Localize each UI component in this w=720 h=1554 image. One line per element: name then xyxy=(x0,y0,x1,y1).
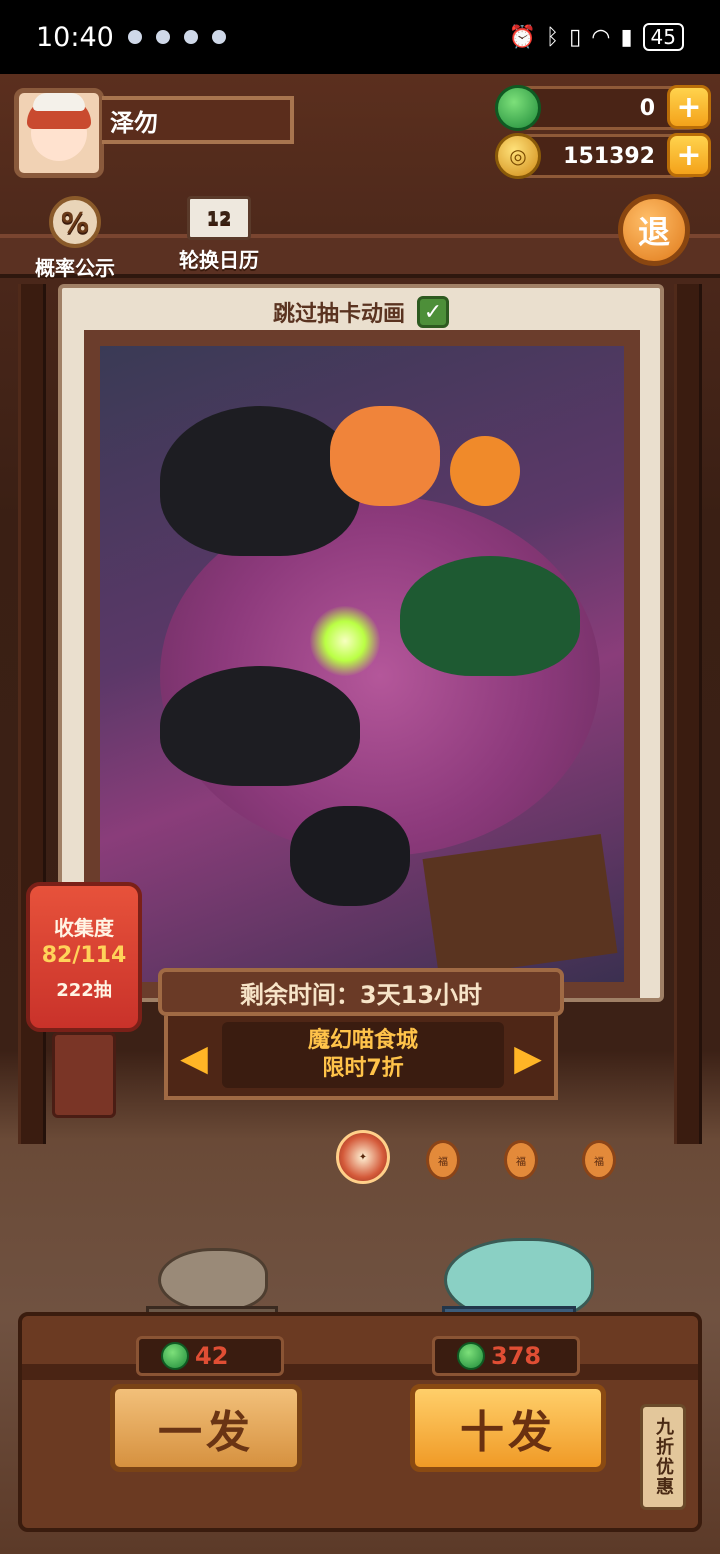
rotation-calendar-button[interactable]: 12 轮换日历 xyxy=(164,196,274,273)
percent-icon: % xyxy=(49,196,101,248)
status-bar: 10:40 ⏰ ᛒ ▯ ◠ ▮ 45 xyxy=(0,0,720,74)
notification-icon xyxy=(183,30,198,44)
banner-title: 魔幻喵食城 限时7折 xyxy=(222,1022,504,1088)
alarm-icon: ⏰ xyxy=(508,24,536,50)
avatar-cap xyxy=(33,93,85,111)
ten-draw-cost: 378 xyxy=(432,1336,580,1376)
magic-glow xyxy=(310,606,380,676)
pager-dot-active[interactable]: ✦ xyxy=(336,1130,390,1184)
card-frame: 跳过抽卡动画 ✓ xyxy=(58,284,664,1002)
right-pillar xyxy=(674,284,702,1144)
vibrate-icon: ▯ xyxy=(569,24,582,50)
jade-icon xyxy=(495,85,541,131)
counter-band xyxy=(22,1364,698,1380)
notification-icon xyxy=(211,30,226,44)
status-right: ⏰ ᛒ ▯ ◠ ▮ 45 xyxy=(509,23,684,51)
pager-dot[interactable]: 福 xyxy=(426,1140,460,1180)
collection-lantern[interactable]: 收集度 82/114 222抽 xyxy=(26,882,142,1032)
add-gold-button[interactable]: + xyxy=(667,133,711,177)
banner-title-line1: 魔幻喵食城 xyxy=(307,1028,418,1053)
ten-draw-button[interactable]: 十发 xyxy=(410,1384,606,1472)
blue-witch-image xyxy=(160,666,360,786)
banner-selector: ◀ 魔幻喵食城 限时7折 ▶ xyxy=(164,1016,558,1100)
rotation-calendar-label: 轮换日历 xyxy=(179,248,259,272)
prev-banner-button[interactable]: ◀ xyxy=(174,1030,214,1086)
gold-currency: ◎ 151392 + xyxy=(495,133,711,179)
spellbook-image xyxy=(422,834,618,978)
banner-title-line2: 限时7折 xyxy=(322,1056,404,1081)
single-draw-cost: 42 xyxy=(136,1336,284,1376)
status-left: 10:40 xyxy=(36,22,226,53)
skip-animation-checkbox[interactable]: ✓ xyxy=(417,296,449,328)
pager-dot[interactable]: 福 xyxy=(504,1140,538,1180)
collection-draws: 222抽 xyxy=(56,980,112,1001)
avatar-face xyxy=(27,93,91,161)
yarn-ball-image xyxy=(450,436,520,506)
calendar-icon: 12 xyxy=(187,196,251,240)
probability-label: 概率公示 xyxy=(35,256,115,280)
banner-art-border xyxy=(84,330,640,998)
green-witch-image xyxy=(400,556,580,676)
jade-currency: 0 + xyxy=(495,85,711,131)
notification-icon xyxy=(127,30,142,44)
next-banner-button[interactable]: ▶ xyxy=(508,1030,548,1086)
ten-draw-cost-value: 378 xyxy=(491,1342,542,1370)
discount-tag: 九折优惠 xyxy=(640,1404,686,1510)
add-jade-button[interactable]: + xyxy=(667,85,711,129)
gold-amount: 151392 xyxy=(563,143,655,169)
single-draw-button[interactable]: 一发 xyxy=(110,1384,302,1472)
skip-animation-label: 跳过抽卡动画 xyxy=(272,302,405,327)
collection-title: 收集度 xyxy=(54,916,114,940)
banner-artwork xyxy=(100,346,624,982)
single-draw-cost-value: 42 xyxy=(195,1342,229,1370)
player-name: 泽勿 xyxy=(102,96,294,144)
notification-icon xyxy=(155,30,170,44)
battery-icon: 45 xyxy=(642,23,684,51)
orange-cat-image xyxy=(330,406,440,506)
witch-hat-image xyxy=(160,406,360,556)
black-cat-image xyxy=(290,806,410,906)
exit-button[interactable]: 退 xyxy=(618,194,690,266)
jade-icon xyxy=(161,1342,189,1370)
gold-coin-icon: ◎ xyxy=(495,133,541,179)
player-avatar[interactable] xyxy=(14,88,104,178)
single-draw-prize-fish xyxy=(158,1248,268,1312)
clock: 10:40 xyxy=(36,21,114,53)
remaining-time: 剩余时间：3天13小时 xyxy=(158,968,564,1016)
jade-amount: 0 xyxy=(639,95,655,121)
signal-icon: ▮ xyxy=(620,24,633,50)
pager-dot[interactable]: 福 xyxy=(582,1140,616,1180)
jade-icon xyxy=(457,1342,485,1370)
collection-progress: 82/114 xyxy=(41,943,127,968)
banner-pager: ✦ 福 福 福 xyxy=(336,1130,626,1210)
lantern-stand xyxy=(52,1032,116,1118)
skip-animation-row[interactable]: 跳过抽卡动画 ✓ xyxy=(62,294,660,330)
bluetooth-icon: ᛒ xyxy=(545,24,560,50)
probability-button[interactable]: % 概率公示 xyxy=(20,196,130,281)
wifi-icon: ◠ xyxy=(591,24,611,50)
